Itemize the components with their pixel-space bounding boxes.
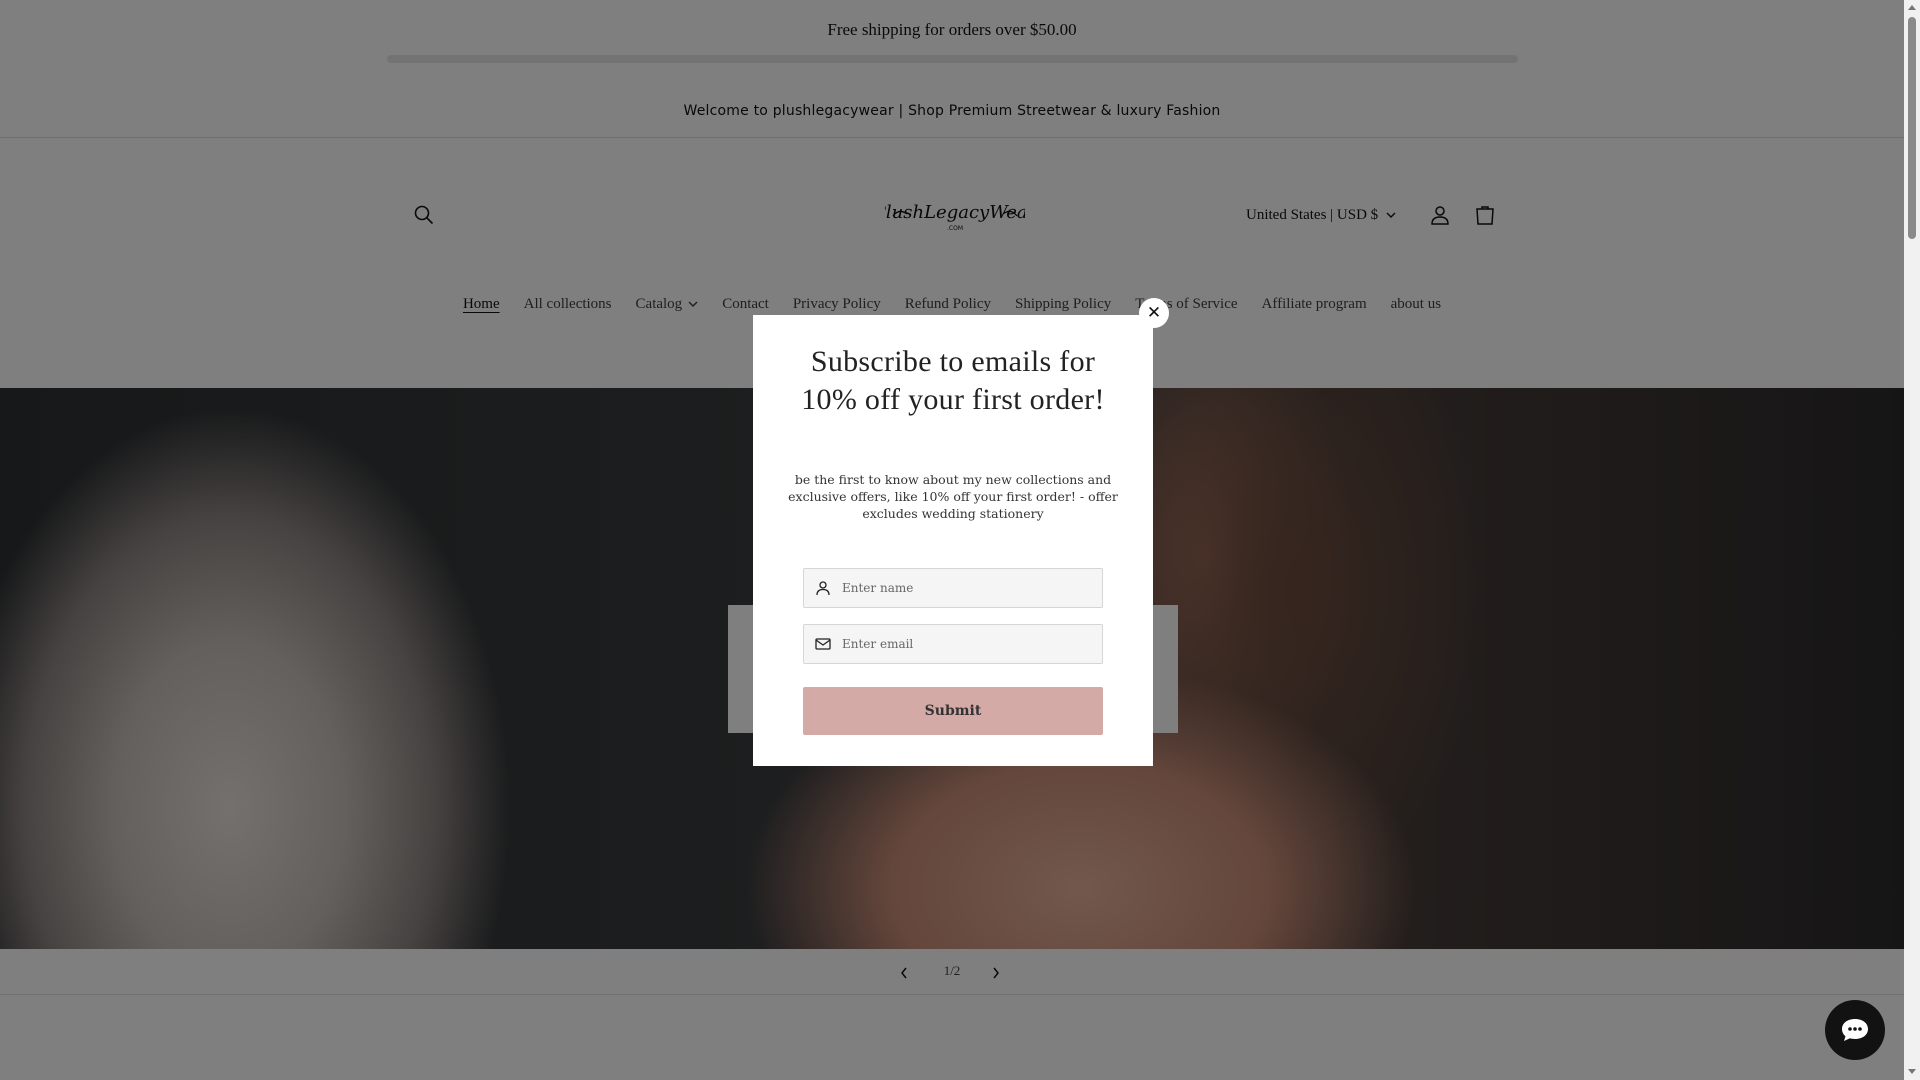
email-field <box>803 624 1103 664</box>
scrollbar-thumb[interactable] <box>1908 17 1916 239</box>
scroll-up-arrow-icon[interactable] <box>1908 5 1916 10</box>
name-input[interactable] <box>842 581 1082 595</box>
envelope-icon <box>804 625 842 663</box>
user-icon <box>804 569 842 607</box>
close-icon: ✕ <box>1146 303 1162 323</box>
close-popup-button[interactable]: ✕ <box>1139 298 1169 328</box>
popup-title: Subscribe to emails for 10% off your fir… <box>801 345 1105 416</box>
chat-bubble-icon <box>1842 1019 1868 1041</box>
submit-button[interactable]: Submit <box>803 687 1103 735</box>
page-scrollbar[interactable] <box>1904 0 1920 1080</box>
subscribe-popup: Subscribe to emails for 10% off your fir… <box>753 315 1153 766</box>
name-field <box>803 568 1103 608</box>
chat-widget-button[interactable] <box>1825 1000 1885 1060</box>
scroll-down-arrow-icon[interactable] <box>1908 1069 1916 1074</box>
popup-description: be the first to know about my new collec… <box>788 472 1118 521</box>
email-input[interactable] <box>842 637 1082 651</box>
